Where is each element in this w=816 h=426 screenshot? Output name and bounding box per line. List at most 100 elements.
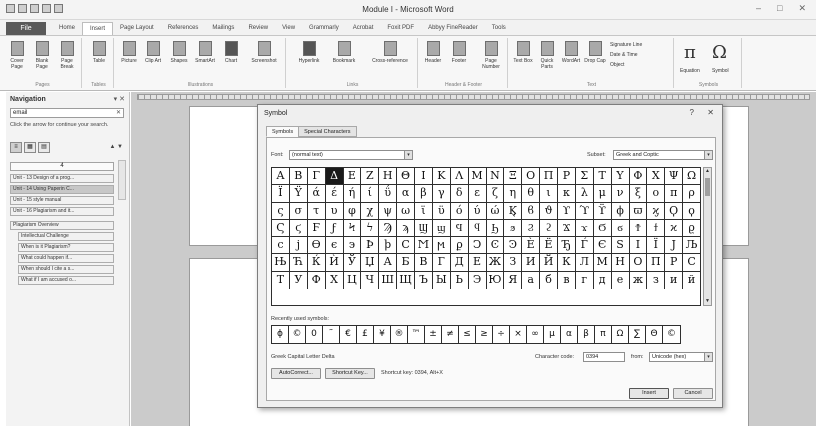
symbol-cell[interactable]: ϥ	[469, 219, 487, 237]
search-result-item[interactable]: Unit - 16 Plagiarism and it...	[10, 207, 114, 216]
headings-view-icon[interactable]: ≡	[10, 142, 22, 153]
symbol-cell[interactable]: Є	[594, 237, 612, 254]
signature-line-button[interactable]: Signature Line	[610, 42, 642, 48]
header-button[interactable]: Header	[422, 41, 444, 64]
symbol-cell[interactable]: ϧ	[504, 219, 523, 237]
subset-select[interactable]: Greek and Coptic ▾	[613, 150, 713, 160]
search-result-item[interactable]: Intellectual Challenge	[18, 232, 114, 241]
symbol-cell[interactable]: Δ	[325, 168, 344, 185]
symbol-cell[interactable]: λ	[576, 185, 594, 202]
symbol-cell[interactable]: ϵ	[326, 237, 344, 254]
symbol-cell[interactable]: α	[397, 185, 415, 202]
symbol-cell[interactable]: г	[576, 271, 594, 290]
redo-icon[interactable]	[42, 4, 51, 13]
symbol-cell[interactable]: Τ	[594, 168, 612, 185]
symbol-cell[interactable]: ξ	[630, 185, 648, 202]
symbol-cell[interactable]: ϝ	[326, 219, 344, 237]
symbol-cell[interactable]: Ё	[540, 237, 558, 254]
symbol-grid-scrollbar[interactable]: ▲ ▼	[703, 167, 712, 306]
symbol-cell[interactable]: И	[522, 254, 541, 271]
pages-view-icon[interactable]: ▦	[24, 142, 36, 153]
scroll-down-icon[interactable]: ▼	[704, 298, 711, 305]
symbol-cell[interactable]: κ	[558, 185, 576, 202]
symbol-cell[interactable]: Ј	[665, 237, 684, 254]
symbol-cell[interactable]: ϛ	[290, 219, 308, 237]
symbol-icon[interactable]: Ω	[712, 42, 727, 63]
symbol-cell[interactable]: Ф	[308, 271, 326, 290]
equation-icon[interactable]: π	[684, 42, 696, 63]
symbol-cell[interactable]: Ϊ	[272, 185, 290, 202]
recent-symbol-cell[interactable]: ×	[510, 326, 527, 343]
minimize-button[interactable]: –	[756, 3, 761, 14]
symbol-cell[interactable]: ό	[451, 202, 469, 219]
symbol-cell[interactable]: ο	[647, 185, 666, 202]
recent-symbol-cell[interactable]: Θ	[646, 326, 663, 343]
customize-qat-icon[interactable]	[54, 4, 63, 13]
symbol-cell[interactable]: ϖ	[630, 202, 648, 219]
symbol-cell[interactable]: Њ	[272, 254, 290, 271]
symbol-cell[interactable]: Г	[433, 254, 451, 271]
tab-abbyy-finereader[interactable]: Abbyy FineReader	[421, 22, 485, 35]
search-result-item[interactable]: Unit - 15 style manual	[10, 196, 114, 205]
symbol-cell[interactable]: π	[665, 185, 684, 202]
search-result-item[interactable]: When should I cite a s...	[18, 265, 114, 274]
symbol-cell[interactable]: ϋ	[433, 202, 451, 219]
symbol-cell[interactable]: ΰ	[379, 185, 398, 202]
symbol-button[interactable]: Symbol	[712, 68, 729, 74]
heading-item[interactable]: Plagiarism Overview	[10, 221, 114, 230]
symbol-cell[interactable]: ή	[344, 185, 362, 202]
results-view-icon[interactable]: ▤	[38, 142, 50, 153]
symbol-cell[interactable]: ϩ	[540, 219, 558, 237]
symbol-cell[interactable]: Д	[451, 254, 469, 271]
symbol-cell[interactable]: ζ	[487, 185, 505, 202]
symbol-cell[interactable]: ϊ	[415, 202, 433, 219]
symbol-cell[interactable]: В	[415, 254, 433, 271]
symbol-cell[interactable]: ϓ	[576, 202, 594, 219]
result-navigation-arrows[interactable]: ▲ ▼	[109, 144, 123, 150]
symbol-cell[interactable]: γ	[433, 185, 451, 202]
drop-cap-button[interactable]: Drop Cap	[584, 41, 606, 64]
symbol-cell[interactable]: Ϗ	[504, 202, 523, 219]
maximize-button[interactable]: □	[777, 3, 782, 14]
symbol-cell[interactable]: Ж	[487, 254, 505, 271]
symbol-cell[interactable]: Ω	[683, 168, 700, 184]
symbol-cell[interactable]: Ͻ	[469, 237, 487, 254]
clear-search-icon[interactable]: ✕	[116, 109, 121, 117]
symbol-cell[interactable]: θ	[522, 185, 541, 202]
symbol-cell[interactable]: Ѓ	[576, 237, 594, 254]
autocorrect-button[interactable]: AutoCorrect...	[271, 368, 321, 379]
recent-symbol-cell[interactable]: ϕ	[272, 326, 289, 343]
symbol-cell[interactable]: Α	[272, 168, 290, 185]
symbol-cell[interactable]: τ	[308, 202, 326, 219]
symbol-cell[interactable]: Μ	[469, 168, 487, 185]
search-result-item[interactable]: What if I am accused o...	[18, 276, 114, 285]
symbol-cell[interactable]: Щ	[397, 271, 415, 290]
symbol-cell[interactable]: ε	[469, 185, 487, 202]
symbol-cell[interactable]: ϒ	[558, 202, 576, 219]
scroll-up-icon[interactable]: ▲	[704, 168, 711, 175]
symbol-cell[interactable]: Υ	[612, 168, 630, 185]
recent-symbol-cell[interactable]: 0	[306, 326, 323, 343]
symbol-cell[interactable]: Ї	[647, 237, 666, 254]
symbol-cell[interactable]: ϯ	[647, 219, 666, 237]
search-result-item[interactable]: What could happen if...	[18, 254, 114, 263]
symbol-cell[interactable]: Е	[469, 254, 487, 271]
screenshot-button[interactable]: Screenshot	[248, 41, 280, 64]
tab-review[interactable]: Review	[241, 22, 275, 35]
symbol-cell[interactable]: Э	[469, 271, 487, 290]
symbol-cell[interactable]: ί	[361, 185, 380, 202]
cancel-button[interactable]: Cancel	[673, 388, 713, 399]
symbol-cell[interactable]: Θ	[397, 168, 415, 185]
symbol-cell[interactable]: υ	[326, 202, 344, 219]
symbol-cell[interactable]: χ	[361, 202, 380, 219]
symbol-cell[interactable]: Ζ	[361, 168, 380, 185]
symbol-cell[interactable]: ϟ	[361, 219, 380, 237]
search-result-item[interactable]: Unit - 13 Design of a prog...	[10, 174, 114, 183]
tab-view[interactable]: View	[275, 22, 302, 35]
symbol-cell[interactable]: ϐ	[522, 202, 541, 219]
table-button[interactable]: Table	[88, 41, 110, 64]
symbol-cell[interactable]: Т	[272, 271, 290, 290]
recent-symbol-cell[interactable]: ™	[408, 326, 425, 343]
symbol-cell[interactable]: ϻ	[433, 237, 451, 254]
symbol-cell[interactable]: Ϲ	[397, 237, 415, 254]
